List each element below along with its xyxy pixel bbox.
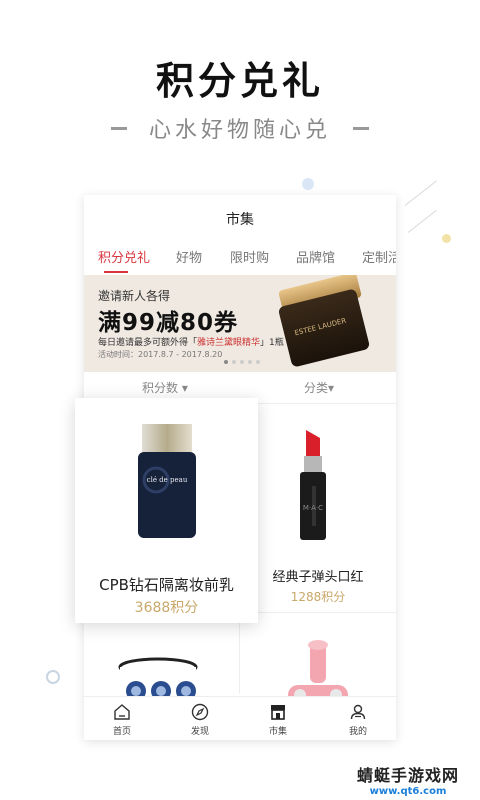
tab-points-exchange[interactable]: 积分兑礼 — [98, 247, 150, 266]
banner-detail-highlight: 雅诗兰黛眼精华 — [197, 338, 261, 348]
primer-bottle-image: clé de peau — [138, 424, 196, 538]
banner-line1: 邀请新人各得 — [98, 289, 171, 303]
nav-label: 首页 — [112, 727, 131, 737]
promo-banner[interactable]: 邀请新人各得 满99减80券 每日邀请最多可额外得「雅诗兰黛眼精华」1瓶 活动时… — [84, 275, 396, 372]
banner-pagination — [224, 360, 260, 364]
pagination-dot[interactable] — [256, 360, 260, 364]
filter-bar: 积分数 ▾ 分类▾ — [84, 375, 396, 399]
product-points: 3688积分 — [134, 600, 199, 616]
decorative-dot — [302, 178, 314, 190]
bottle-brand-text: clé de peau — [147, 476, 188, 484]
featured-product-card[interactable]: clé de peau CPB钻石隔离妆前乳 3688积分 — [75, 398, 258, 623]
nav-market[interactable]: 市集 — [248, 703, 308, 737]
active-tab-indicator — [104, 271, 128, 273]
nav-label: 我的 — [348, 727, 367, 737]
hero-subtitle-row: 心水好物随心兑 — [0, 112, 480, 144]
product-name: CPB钻石隔离妆前乳 — [99, 576, 234, 594]
store-icon — [271, 705, 285, 720]
bottom-nav: 首页 发现 市集 我的 — [84, 696, 396, 740]
product-name: 经典子弹头口红 — [272, 570, 364, 585]
decorative-dot — [442, 234, 451, 243]
watermark-name: 蜻蜓手游戏网 — [356, 766, 459, 785]
tab-good-stuff[interactable]: 好物 — [176, 247, 202, 266]
decorative-ring — [46, 670, 60, 684]
svg-text:M·A·C: M·A·C — [303, 504, 323, 512]
subtitle-dash-right — [353, 126, 369, 130]
banner-date: 活动时间：2017.8.7 - 2017.8.20 — [98, 350, 223, 359]
pink-toy-image — [288, 640, 348, 696]
page-title: 市集 — [226, 212, 254, 228]
nav-home[interactable]: 首页 — [92, 703, 152, 737]
tab-custom[interactable]: 定制活 — [362, 247, 396, 266]
tab-flash-sale[interactable]: 限时购 — [230, 247, 269, 266]
decorative-line — [404, 180, 437, 206]
pagination-dot[interactable] — [232, 360, 236, 364]
site-watermark: 蜻蜓手游戏网 www.qt6.com — [338, 762, 478, 797]
cup-image — [118, 657, 198, 696]
product-card[interactable] — [84, 613, 239, 696]
chevron-down-icon: ▾ — [328, 381, 335, 395]
banner-headline: 满99减80券 — [98, 310, 239, 336]
filter-points[interactable]: 积分数 ▾ — [142, 379, 188, 396]
product-points: 1288积分 — [290, 590, 346, 604]
user-icon — [350, 704, 366, 720]
watermark-url: www.qt6.com — [369, 786, 447, 797]
hero-title: 积分兑礼 — [155, 59, 324, 103]
pagination-dot[interactable] — [240, 360, 244, 364]
product-card[interactable]: M·A·C 经典子弹头口红 1288积分 — [240, 404, 396, 612]
nav-profile[interactable]: 我的 — [328, 703, 388, 737]
pagination-dot[interactable] — [224, 360, 228, 364]
nav-discover[interactable]: 发现 — [170, 703, 230, 737]
banner-detail-prefix: 每日邀请最多可额外得「 — [98, 338, 198, 348]
decorative-line — [407, 209, 437, 233]
hero-subtitle: 心水好物随心兑 — [148, 118, 331, 143]
filter-category-label: 分类 — [304, 381, 329, 395]
lipstick-image: M·A·C — [300, 430, 326, 540]
banner-detail-suffix: 」1瓶 — [260, 338, 284, 348]
filter-points-label: 积分数 — [142, 381, 179, 395]
chevron-down-icon: ▾ — [181, 381, 188, 395]
nav-label: 发现 — [190, 727, 209, 737]
banner-detail: 每日邀请最多可额外得「雅诗兰黛眼精华」1瓶 — [98, 335, 284, 348]
compass-icon — [191, 703, 209, 721]
tab-brand-hall[interactable]: 品牌馆 — [296, 247, 335, 266]
nav-label: 市集 — [268, 727, 287, 737]
filter-category[interactable]: 分类▾ — [304, 379, 334, 396]
pagination-dot[interactable] — [248, 360, 252, 364]
subtitle-dash-left — [110, 126, 127, 130]
home-icon — [114, 704, 130, 720]
product-card[interactable] — [240, 613, 396, 696]
category-tabs: 积分兑礼 好物 限时购 品牌馆 定制活 — [84, 247, 396, 277]
